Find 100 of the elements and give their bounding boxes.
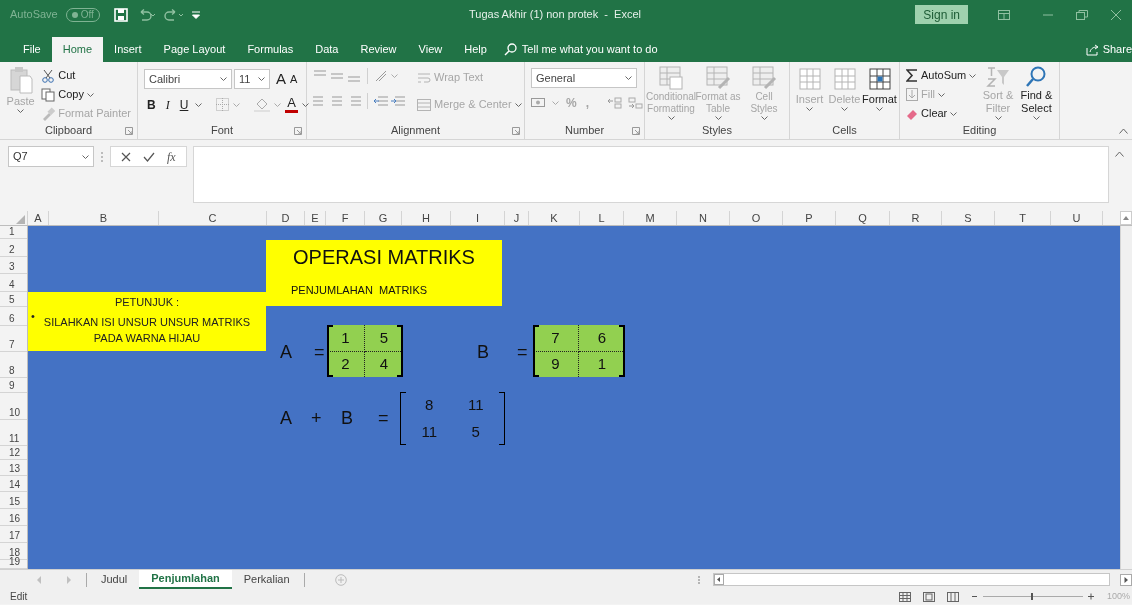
column-header[interactable]: K [529,211,580,225]
column-header[interactable]: L [580,211,624,225]
cells-button[interactable]: Format [862,66,897,111]
column-header[interactable]: C [159,211,267,225]
ribbon-tab[interactable]: Data [304,37,350,62]
ribbon-tab[interactable]: Help [453,37,498,62]
add-sheet-icon[interactable] [334,573,347,586]
row-header[interactable]: 1 [0,226,27,239]
italic-button[interactable]: I [162,95,173,114]
save-icon[interactable] [113,7,128,22]
cut-button[interactable]: Cut [41,66,131,85]
expand-formula-icon[interactable] [1115,151,1124,157]
normal-view-icon[interactable] [898,591,911,602]
dialog-launcher-icon[interactable] [125,127,133,135]
dialog-launcher-icon[interactable] [512,127,520,135]
row-header[interactable]: 9 [0,378,27,393]
column-header[interactable]: Q [836,211,890,225]
cancel-icon[interactable] [121,151,131,162]
insert-function-button[interactable]: fx [167,147,176,166]
row-header[interactable]: 2 [0,239,27,257]
row-header[interactable]: 6 [0,307,27,326]
column-header[interactable]: R [890,211,942,225]
decrease-font-size-button[interactable]: A [290,71,298,88]
column-header[interactable]: H [402,211,451,225]
row-header[interactable]: 17 [0,526,27,543]
row-header[interactable]: 10 [0,393,27,420]
column-header[interactable]: D [267,211,305,225]
decrease-indent-icon[interactable] [374,94,388,108]
ribbon-tab[interactable]: Home [51,37,104,62]
row-header[interactable]: 11 [0,420,27,446]
row-header[interactable]: 16 [0,509,27,526]
underline-button[interactable]: U [176,95,192,114]
enter-icon[interactable] [143,151,155,162]
scroll-up-icon[interactable] [1120,211,1132,225]
column-header[interactable]: T [995,211,1051,225]
share-button[interactable]: Share [1102,41,1132,58]
column-header[interactable]: J [505,211,529,225]
number-format-field[interactable]: General [531,68,637,88]
row-header[interactable]: 3 [0,257,27,274]
ribbon-tab[interactable]: Insert [103,37,153,62]
ribbon-tab[interactable]: Page Layout [152,37,237,62]
increase-font-size-button[interactable]: A [276,68,286,91]
ribbon-display-icon[interactable] [998,9,1010,20]
row-header[interactable]: 8 [0,352,27,378]
close-icon[interactable] [1110,8,1122,21]
ribbon-tab[interactable]: Formulas [236,37,305,62]
page-break-view-icon[interactable] [946,591,959,602]
scroll-left-icon[interactable] [713,574,724,585]
column-header[interactable]: S [942,211,995,225]
sheet-tab[interactable]: Judul [88,570,140,589]
previous-sheet-icon[interactable] [36,575,42,584]
row-header[interactable]: 12 [0,446,27,460]
sheet-tab[interactable]: Penjumlahan [139,570,232,589]
ribbon-tab[interactable]: View [407,37,454,62]
align-center-icon[interactable] [330,94,344,108]
horizontal-scrollbar[interactable] [712,573,1110,586]
orientation-icon[interactable] [374,69,388,83]
tell-me-search[interactable]: Tell me what you want to do [521,41,658,58]
row-header[interactable]: 7 [0,326,27,352]
bold-button[interactable]: B [144,95,159,114]
row-header[interactable]: 15 [0,492,27,509]
zoom-slider-icon[interactable] [970,592,1095,601]
redo-icon[interactable] [163,8,184,21]
row-header[interactable]: 13 [0,460,27,476]
formula-input[interactable] [192,146,1109,203]
column-header[interactable]: E [305,211,326,225]
increase-indent-icon[interactable] [391,94,405,108]
ribbon-tab[interactable]: Review [349,37,408,62]
column-header[interactable]: N [677,211,730,225]
column-header[interactable]: O [730,211,783,225]
dialog-launcher-icon[interactable] [294,127,302,135]
restore-icon[interactable] [1076,9,1088,20]
select-all-icon[interactable] [16,215,25,224]
font-name-field[interactable]: Calibri [144,69,232,90]
column-header[interactable]: B [49,211,159,225]
copy-button[interactable]: Copy [41,85,131,104]
collapse-ribbon-icon[interactable] [1119,128,1128,134]
next-sheet-icon[interactable] [66,575,72,584]
column-header[interactable]: A [28,211,49,225]
name-box[interactable]: Q7 [8,146,94,167]
sheet-tab[interactable]: Perkalian [231,570,302,589]
customize-icon[interactable] [191,10,200,19]
sign-in-button[interactable]: Sign in [915,5,968,24]
ribbon-tab[interactable]: File [12,37,52,62]
find-select-button[interactable]: Find & Select [1019,66,1053,123]
scroll-right-icon[interactable] [1120,573,1132,586]
row-header[interactable]: 5 [0,292,27,307]
clear-button[interactable]: Clear [906,104,977,123]
row-header[interactable]: 4 [0,274,27,292]
autosum-button[interactable]: AutoSum [906,66,977,85]
page-layout-view-icon[interactable] [922,591,935,602]
dialog-launcher-icon[interactable] [632,127,640,135]
row-header[interactable]: 14 [0,476,27,492]
column-header[interactable]: P [783,211,836,225]
column-header[interactable]: I [451,211,505,225]
column-header[interactable]: M [624,211,677,225]
column-header[interactable]: G [365,211,402,225]
column-header[interactable]: F [326,211,365,225]
column-header[interactable]: U [1051,211,1103,225]
font-color-button[interactable]: A [285,96,298,113]
